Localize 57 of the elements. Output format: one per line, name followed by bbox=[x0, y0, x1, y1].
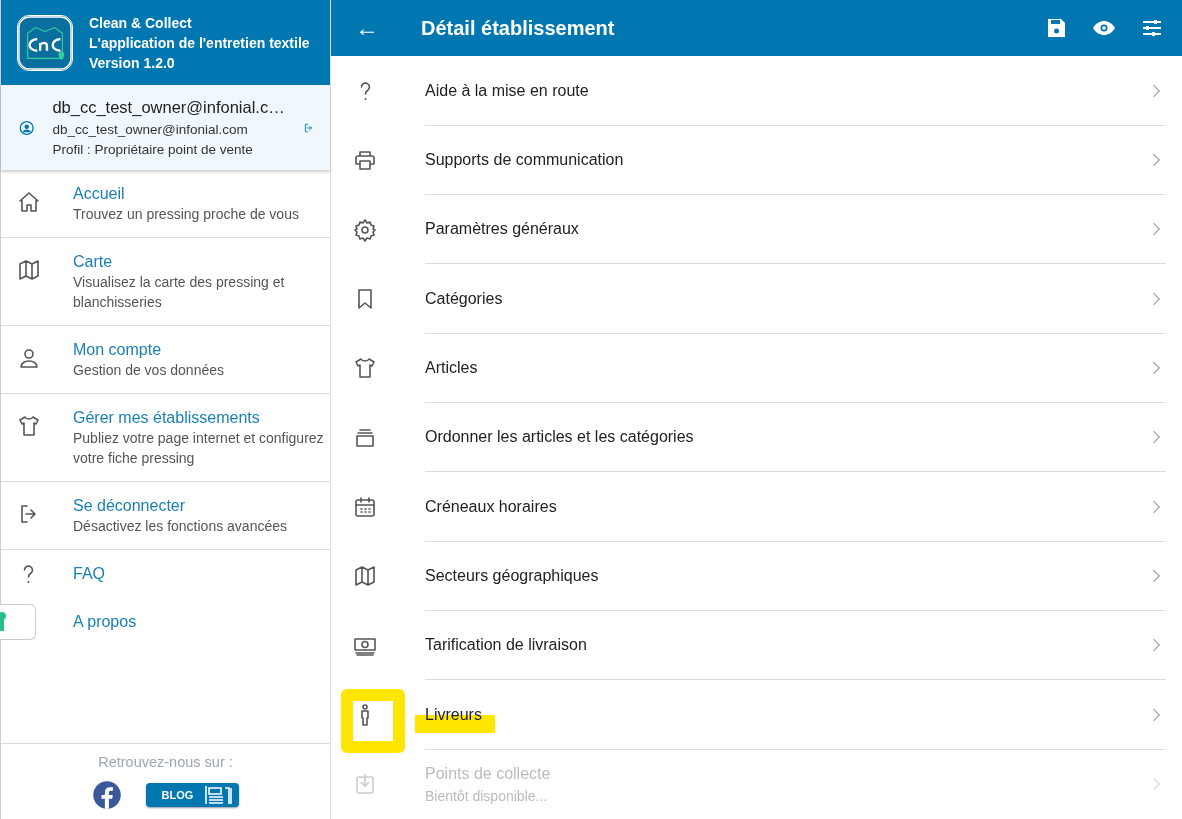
menu-item-title: Mon compte bbox=[73, 340, 163, 360]
user-profile: Profil : Propriétaire point de vente bbox=[52, 140, 254, 159]
item-label[interactable]: Secteurs géographiques bbox=[425, 566, 599, 584]
page-title: Détail établissement bbox=[421, 16, 616, 42]
item-subtitle: Bientôt disponible... bbox=[425, 786, 549, 806]
menu-item[interactable]: A propos bbox=[1, 598, 330, 646]
back-button[interactable]: ← bbox=[349, 10, 385, 47]
person-icon bbox=[17, 346, 41, 370]
shirt-icon bbox=[17, 414, 41, 438]
menu-item-subtitle: Désactivez les fonctions avancées bbox=[73, 517, 287, 536]
home-icon bbox=[17, 190, 41, 214]
item-label[interactable]: Ordonner les articles et les catégories bbox=[425, 428, 694, 446]
menu-item-title: A propos bbox=[73, 612, 137, 632]
item-label[interactable]: Paramètres généraux bbox=[425, 220, 579, 238]
menu-item-subtitle: Gestion de vos données bbox=[73, 361, 224, 380]
menu-item-title: Gérer mes établissements bbox=[73, 408, 261, 428]
printer-icon bbox=[353, 148, 377, 173]
download-icon bbox=[353, 772, 377, 797]
keyhole-icon bbox=[0, 612, 7, 632]
item-label: Points de collecte bbox=[425, 764, 551, 782]
facebook-icon[interactable] bbox=[91, 779, 122, 810]
menu-item[interactable]: Mon compte Gestion de vos données bbox=[1, 326, 330, 394]
newspaper-icon bbox=[205, 785, 234, 804]
menu-item-subtitle: Visualisez la carte des pressing et blanchisseries bbox=[73, 273, 286, 312]
menu-item-title: Accueil bbox=[73, 184, 126, 204]
highlight-mark bbox=[341, 689, 405, 754]
menu-item-title: FAQ bbox=[73, 564, 105, 584]
question-icon bbox=[23, 565, 34, 583]
calendar-icon bbox=[353, 495, 377, 520]
item-label[interactable]: Catégories bbox=[425, 289, 503, 307]
menu-item-title: Se déconnecter bbox=[73, 496, 187, 516]
shirt-icon bbox=[353, 356, 377, 381]
app-name: Clean & Collect bbox=[89, 13, 193, 33]
app-tagline: L'application de l'entretien textile bbox=[89, 33, 310, 53]
user-name: db_cc_test_owner@infonial.c… bbox=[52, 97, 285, 119]
question-icon bbox=[359, 82, 371, 101]
item-label[interactable]: Articles bbox=[425, 358, 478, 376]
footer-text: Retrouvez-nous sur : bbox=[98, 753, 233, 772]
item-label[interactable]: Tarification de livraison bbox=[425, 636, 587, 654]
menu-item[interactable]: Se déconnecter Désactivez les fonctions avancées bbox=[1, 482, 330, 550]
menu-item[interactable]: Gérer mes établissements Publiez votre page internet et configurez votre fiche pressing bbox=[1, 394, 330, 482]
item-label[interactable]: Créneaux horaires bbox=[425, 497, 557, 515]
blog-button[interactable]: BLOG bbox=[145, 782, 240, 807]
menu-item[interactable]: Carte Visualisez la carte des pressing et blanchisseries bbox=[1, 238, 330, 326]
menu-item-subtitle: Trouvez un pressing proche de vous bbox=[73, 205, 299, 224]
user-email: db_cc_test_owner@infonial.com bbox=[52, 120, 249, 139]
item-label[interactable]: Aide à la mise en route bbox=[425, 81, 589, 99]
app-version: Version 1.2.0 bbox=[89, 53, 176, 73]
menu-item[interactable]: FAQ bbox=[1, 550, 330, 598]
app-logo bbox=[17, 14, 73, 71]
item-label[interactable]: Supports de communication bbox=[425, 150, 624, 168]
map-icon bbox=[353, 564, 377, 589]
menu-item[interactable]: Accueil Trouvez un pressing proche de vous bbox=[1, 170, 330, 238]
map-icon bbox=[17, 258, 41, 282]
menu-item-subtitle: Publiez votre page internet et configurez votre fiche pressing bbox=[73, 429, 325, 468]
menu-item-title: Carte bbox=[73, 252, 114, 272]
settings-icon bbox=[353, 217, 377, 242]
